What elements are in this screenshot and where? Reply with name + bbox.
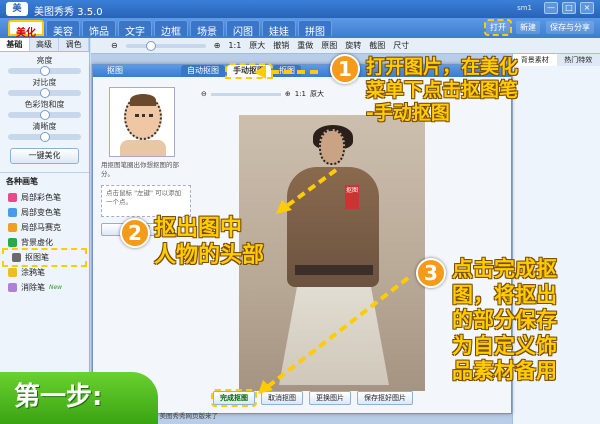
subtab-color[interactable]: 调色 — [59, 38, 90, 51]
minimize-button[interactable]: — — [544, 2, 558, 14]
dialog-actual-size[interactable]: 原大 — [310, 89, 324, 99]
brush-eraser[interactable]: 消除笔 New — [0, 280, 89, 295]
slider-label-contrast: 对比度 — [32, 78, 57, 87]
tab-frame[interactable]: 边框 — [154, 20, 188, 38]
new-badge: New — [49, 284, 63, 291]
save-cutout-button[interactable]: 保存抠好图片 — [357, 391, 413, 405]
cutout-icon — [12, 253, 21, 262]
dialog-zoom-ratio[interactable]: 1:1 — [295, 90, 306, 98]
subtab-advanced[interactable]: 高级 — [29, 38, 60, 51]
menu-bar: 美化 美容 饰品 文字 边框 场景 闪图 娃娃 拼图 打开 新建 保存与分享 — [0, 18, 600, 39]
tab-collage[interactable]: 拼图 — [298, 20, 332, 38]
main-toolbar: ⊖ ⊕ 1:1 原大 撤销 重做 原图 旋转 截图 尺寸 — [91, 38, 600, 54]
actual-size-button[interactable]: 原大 — [249, 40, 265, 51]
zoom-in-icon[interactable]: ⊕ — [214, 41, 221, 50]
user-name[interactable]: sm1 — [517, 4, 532, 12]
step3-text: 点击完成抠 图，将抠出 的部分保存 为自定义饰 品素材备用 — [452, 257, 557, 384]
tab-beautify[interactable]: 美化 — [8, 20, 44, 39]
new-button[interactable]: 新建 — [516, 21, 540, 34]
example-preview — [109, 87, 175, 157]
step1-text: 打开图片，在美化 菜单下点击抠图笔 -手动抠图 — [366, 56, 519, 125]
step2-text: 抠出图中 人物的头部 — [154, 216, 265, 268]
app-logo-icon: 美 — [6, 2, 28, 16]
tab-bg-material[interactable]: 背景素材 — [513, 54, 557, 66]
tab-scene[interactable]: 场景 — [190, 20, 224, 38]
subtab-basic[interactable]: 基础 — [0, 38, 30, 51]
maximize-button[interactable]: □ — [562, 2, 576, 14]
recolor-brush-icon — [8, 208, 17, 217]
slider-label-sharpness: 清晰度 — [32, 122, 57, 131]
title-bar: 美 美图秀秀 3.5.0 sm1 — □ × — [0, 0, 600, 18]
doodle-icon — [8, 268, 17, 277]
left-panel: 基础 高级 调色 亮度 对比度 色彩饱和度 清晰度 一键美化 各种画笔 局部彩色… — [0, 38, 90, 424]
tab-cutout-other[interactable]: 抠图 — [273, 65, 301, 77]
open-button[interactable]: 打开 — [484, 19, 512, 36]
brush-blur-bg[interactable]: 背景虚化 — [0, 235, 89, 250]
contrast-slider[interactable] — [8, 88, 81, 98]
dialog-zoom-out-icon[interactable]: ⊖ — [201, 90, 207, 98]
tab-hot-effects[interactable]: 热门特效 — [556, 54, 600, 66]
undo-button[interactable]: 撤销 — [273, 40, 289, 51]
step-number-2: 2 — [120, 218, 150, 248]
dialog-zoom-in-icon[interactable]: ⊕ — [285, 90, 291, 98]
dialog-zoom-slider[interactable] — [210, 92, 281, 96]
slider-label-brightness: 亮度 — [36, 56, 53, 65]
cutout-selection-path[interactable] — [319, 129, 345, 165]
slider-label-saturation: 色彩饱和度 — [24, 100, 65, 109]
saturation-slider[interactable] — [8, 110, 81, 120]
brush-mosaic[interactable]: 局部马赛克 — [0, 220, 89, 235]
photo-canvas[interactable]: 抠图 — [239, 115, 425, 391]
brightness-slider[interactable] — [8, 66, 81, 76]
brush-local-color[interactable]: 局部彩色笔 — [0, 190, 89, 205]
change-image-button[interactable]: 更换图片 — [309, 391, 351, 405]
red-seal: 抠图 — [345, 185, 359, 209]
tab-face[interactable]: 美容 — [46, 20, 80, 38]
tab-flash[interactable]: 闪图 — [226, 20, 260, 38]
save-share-button[interactable]: 保存与分享 — [546, 21, 594, 34]
tab-auto-cutout[interactable]: 自动抠图 — [181, 65, 225, 77]
step-number-3: 3 — [416, 258, 446, 288]
brush-cutout[interactable]: 抠图笔 — [2, 248, 87, 267]
step-badge: 第一步: — [0, 372, 158, 424]
tab-text[interactable]: 文字 — [118, 20, 152, 38]
zoom-ratio[interactable]: 1:1 — [228, 41, 241, 50]
zoom-out-icon[interactable]: ⊖ — [111, 41, 118, 50]
tab-doll[interactable]: 娃娃 — [262, 20, 296, 38]
brush-local-change[interactable]: 局部变色笔 — [0, 205, 89, 220]
tab-manual-cutout[interactable]: 手动抠图 — [225, 63, 273, 79]
finish-cutout-button[interactable]: 完成抠图 — [211, 389, 257, 407]
blur-icon — [8, 238, 17, 247]
brush-doodle[interactable]: 涂鸦笔 — [0, 265, 89, 280]
crop-button[interactable]: 截图 — [369, 40, 385, 51]
step-number-1: 1 — [330, 54, 360, 84]
zoom-slider[interactable] — [125, 40, 206, 51]
sharpness-slider[interactable] — [8, 132, 81, 142]
tab-accessories[interactable]: 饰品 — [82, 20, 116, 38]
size-button[interactable]: 尺寸 — [393, 40, 409, 51]
eraser-icon — [8, 283, 17, 292]
hint-card: 点击鼠标 "左键" 可以添加一个点。 — [101, 185, 191, 217]
close-button[interactable]: × — [580, 2, 594, 14]
color-brush-icon — [8, 193, 17, 202]
original-button[interactable]: 原图 — [321, 40, 337, 51]
mosaic-icon — [8, 223, 17, 232]
redo-button[interactable]: 重做 — [297, 40, 313, 51]
window-title: 美图秀秀 3.5.0 — [34, 7, 103, 18]
rotate-button[interactable]: 旋转 — [345, 40, 361, 51]
cutout-tip: 用抠图笔圈出你想抠图的部分。 — [101, 161, 179, 178]
cancel-cutout-button[interactable]: 取消抠图 — [261, 391, 303, 405]
one-key-beautify-button[interactable]: 一键美化 — [10, 148, 79, 164]
brush-section-title: 各种画笔 — [0, 172, 89, 190]
